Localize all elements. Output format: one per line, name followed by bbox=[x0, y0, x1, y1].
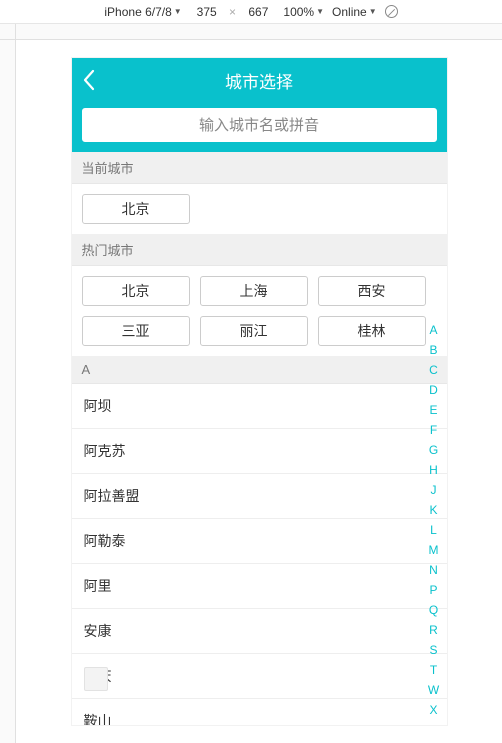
index-letter[interactable]: M bbox=[425, 542, 443, 558]
city-chip[interactable]: 上海 bbox=[200, 276, 308, 306]
chevron-down-icon: ▼ bbox=[369, 7, 377, 16]
dimension-separator: × bbox=[229, 5, 236, 19]
search-input[interactable] bbox=[82, 108, 437, 142]
city-chip[interactable]: 北京 bbox=[82, 276, 190, 306]
device-stage: 城市选择 当前城市 北京 热门城市 北京 上海 西安 三亚 丽江 桂林 bbox=[16, 40, 502, 743]
ruler-corner bbox=[0, 24, 16, 39]
index-letter[interactable]: F bbox=[425, 422, 443, 438]
city-list-item[interactable]: 鞍山 bbox=[72, 699, 447, 725]
app-header: 城市选择 bbox=[72, 58, 447, 102]
index-letter[interactable]: E bbox=[425, 402, 443, 418]
devtools-toolbar: iPhone 6/7/8 ▼ × 100% ▼ Online ▼ bbox=[0, 0, 502, 24]
page-title: 城市选择 bbox=[225, 68, 293, 93]
section-current-city: 当前城市 bbox=[72, 152, 447, 184]
index-letter[interactable]: L bbox=[425, 522, 443, 538]
network-select[interactable]: Online ▼ bbox=[332, 5, 377, 19]
city-list-item[interactable]: 安庆 bbox=[72, 654, 447, 699]
index-letter[interactable]: C bbox=[425, 362, 443, 378]
index-letter[interactable]: G bbox=[425, 442, 443, 458]
width-input[interactable] bbox=[190, 5, 224, 19]
city-list-item[interactable]: 阿拉善盟 bbox=[72, 474, 447, 519]
search-row bbox=[72, 102, 447, 152]
ruler-horizontal bbox=[0, 24, 502, 40]
city-chip[interactable]: 桂林 bbox=[318, 316, 426, 346]
height-input[interactable] bbox=[241, 5, 275, 19]
chevron-down-icon: ▼ bbox=[316, 7, 324, 16]
city-chip[interactable]: 西安 bbox=[318, 276, 426, 306]
city-list-item[interactable]: 阿坝 bbox=[72, 384, 447, 429]
section-letter-a: A bbox=[72, 356, 447, 384]
hot-city-chips: 北京 上海 西安 三亚 丽江 桂林 bbox=[72, 266, 447, 356]
index-letter[interactable]: W bbox=[425, 682, 443, 698]
index-letter[interactable]: K bbox=[425, 502, 443, 518]
index-letter[interactable]: J bbox=[425, 482, 443, 498]
device-label: iPhone 6/7/8 bbox=[104, 5, 171, 19]
index-letter[interactable]: X bbox=[425, 702, 443, 718]
section-hot-cities: 热门城市 bbox=[72, 234, 447, 266]
index-letter[interactable]: B bbox=[425, 342, 443, 358]
index-letter[interactable]: H bbox=[425, 462, 443, 478]
chevron-down-icon: ▼ bbox=[174, 7, 182, 16]
index-letter[interactable]: D bbox=[425, 382, 443, 398]
city-chip[interactable]: 丽江 bbox=[200, 316, 308, 346]
dimensions: × bbox=[190, 5, 276, 19]
index-letter[interactable]: P bbox=[425, 582, 443, 598]
city-chip[interactable]: 三亚 bbox=[82, 316, 190, 346]
zoom-label: 100% bbox=[283, 5, 314, 19]
index-letter[interactable]: N bbox=[425, 562, 443, 578]
block-icon[interactable] bbox=[385, 5, 398, 18]
index-letter[interactable]: Y bbox=[425, 722, 443, 725]
city-chip[interactable]: 北京 bbox=[82, 194, 190, 224]
index-letter[interactable]: Q bbox=[425, 602, 443, 618]
network-label: Online bbox=[332, 5, 367, 19]
device-select[interactable]: iPhone 6/7/8 ▼ bbox=[104, 5, 181, 19]
city-content[interactable]: 当前城市 北京 热门城市 北京 上海 西安 三亚 丽江 桂林 A 阿坝 阿克苏 … bbox=[72, 152, 447, 725]
index-letter[interactable]: S bbox=[425, 642, 443, 658]
chevron-left-icon bbox=[82, 69, 96, 91]
alphabet-index: A B C D E F G H J K L M N P Q R S bbox=[425, 322, 443, 725]
city-list-item[interactable]: 阿勒泰 bbox=[72, 519, 447, 564]
ruler-vertical bbox=[0, 40, 16, 743]
index-letter[interactable]: T bbox=[425, 662, 443, 678]
city-list-item[interactable]: 阿里 bbox=[72, 564, 447, 609]
city-list-item[interactable]: 阿克苏 bbox=[72, 429, 447, 474]
floating-box[interactable] bbox=[84, 667, 108, 691]
back-button[interactable] bbox=[82, 58, 96, 102]
device-frame: 城市选择 当前城市 北京 热门城市 北京 上海 西安 三亚 丽江 桂林 bbox=[72, 58, 447, 725]
zoom-select[interactable]: 100% ▼ bbox=[283, 5, 324, 19]
index-letter[interactable]: A bbox=[425, 322, 443, 338]
city-list-item[interactable]: 安康 bbox=[72, 609, 447, 654]
index-letter[interactable]: R bbox=[425, 622, 443, 638]
current-city-chips: 北京 bbox=[72, 184, 447, 234]
